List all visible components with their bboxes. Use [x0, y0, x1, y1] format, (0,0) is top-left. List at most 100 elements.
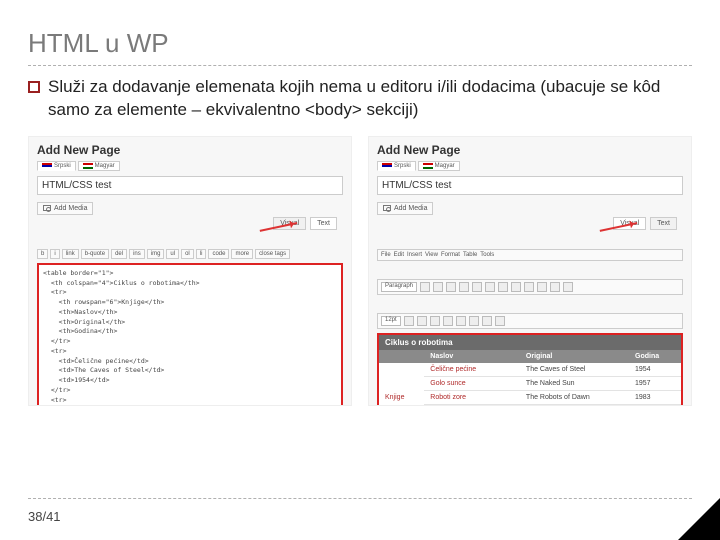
- tab-text-right[interactable]: Text: [650, 217, 677, 230]
- toolbar-btn[interactable]: li: [196, 249, 207, 259]
- unlink-icon[interactable]: [550, 282, 560, 292]
- cell-year: 1985: [629, 404, 681, 406]
- cell-original: Robots and Empire: [520, 404, 629, 406]
- cell-year: 1954: [629, 363, 681, 377]
- th-naslov: Naslov: [424, 350, 520, 363]
- wp-heading-right: Add New Page: [369, 137, 691, 159]
- toolbar-btn[interactable]: del: [111, 249, 127, 259]
- quote-icon[interactable]: [485, 282, 495, 292]
- toolbar-btn[interactable]: b: [37, 249, 48, 259]
- underline-icon[interactable]: [446, 282, 456, 292]
- lang-tab-srpski-r[interactable]: Srpski: [377, 161, 416, 171]
- text-toolbar: b i link b-quote del ins img ul ol li co…: [37, 249, 343, 259]
- post-title-input-left[interactable]: HTML/CSS test: [37, 176, 343, 195]
- mce-menu-view[interactable]: View: [425, 252, 438, 258]
- clear-format-icon[interactable]: [417, 316, 427, 326]
- toolbar-btn[interactable]: i: [50, 249, 59, 259]
- undo-icon[interactable]: [469, 316, 479, 326]
- rendered-table-area: Ciklus o robotima Naslov Original Godina…: [377, 333, 683, 406]
- data-table: Naslov Original Godina Knjige Čelične pe…: [379, 350, 681, 406]
- divider-bottom: [28, 498, 692, 499]
- mce-para-select[interactable]: Paragraph: [381, 282, 417, 292]
- tinymce-toolbar2: 12pt: [377, 313, 683, 329]
- toolbar-btn[interactable]: close tags: [255, 249, 290, 259]
- th-original: Original: [520, 350, 629, 363]
- lang-tab-srpski[interactable]: Srpski: [37, 161, 76, 171]
- mce-menu-table[interactable]: Table: [463, 252, 477, 258]
- list-ol-icon[interactable]: [472, 282, 482, 292]
- list-ul-icon[interactable]: [459, 282, 469, 292]
- help-icon[interactable]: [495, 316, 505, 326]
- th-godina: Godina: [629, 350, 681, 363]
- special-char-icon[interactable]: [430, 316, 440, 326]
- divider-top: [28, 65, 692, 66]
- cell-title: Roboti zore: [424, 390, 520, 404]
- page-number: 38/41: [28, 509, 692, 524]
- lang-label-srpski-r: Srpski: [394, 163, 411, 169]
- mce-menu-format[interactable]: Format: [441, 252, 460, 258]
- editor-mode-tabs-left: Visual Text: [273, 217, 337, 230]
- cell-original: The Robots of Dawn: [520, 390, 629, 404]
- flag-rs-icon: [42, 163, 52, 169]
- toolbar-btn[interactable]: ins: [129, 249, 145, 259]
- flag-hu-icon: [83, 163, 93, 169]
- add-media-button-right[interactable]: Add Media: [377, 202, 433, 215]
- flag-rs-icon: [382, 163, 392, 169]
- toolbar-btn[interactable]: code: [208, 249, 229, 259]
- camera-icon: [383, 205, 391, 211]
- mce-menu-insert[interactable]: Insert: [407, 252, 422, 258]
- add-media-button-left[interactable]: Add Media: [37, 202, 93, 215]
- redo-icon[interactable]: [482, 316, 492, 326]
- toolbar-btn[interactable]: ol: [181, 249, 194, 259]
- tinymce-menubar: File Edit Insert View Format Table Tools: [377, 249, 683, 261]
- toolbar-btn[interactable]: link: [62, 249, 79, 259]
- flag-hu-icon: [423, 163, 433, 169]
- table-row: Roboti i Carstvo Robots and Empire 1985: [379, 404, 681, 406]
- cell-original: The Naked Sun: [520, 376, 629, 390]
- lang-tab-magyar[interactable]: Magyar: [78, 161, 120, 171]
- outdent-icon[interactable]: [443, 316, 453, 326]
- add-media-label-r: Add Media: [394, 205, 427, 212]
- table-row: Roboti zore The Robots of Dawn 1983: [379, 390, 681, 404]
- mce-menu-file[interactable]: File: [381, 252, 391, 258]
- lang-tabs-left: Srpski Magyar: [29, 159, 351, 173]
- camera-icon: [43, 205, 51, 211]
- toolbar-btn[interactable]: b-quote: [81, 249, 109, 259]
- mce-size-select[interactable]: 12pt: [381, 316, 401, 326]
- mce-menu-tools[interactable]: Tools: [480, 252, 494, 258]
- link-icon[interactable]: [537, 282, 547, 292]
- footer: 38/41: [28, 494, 692, 524]
- left-screenshot: Add New Page Srpski Magyar HTML/CSS test…: [28, 136, 352, 406]
- html-code-area[interactable]: <table border="1"> <th colspan="4">Ciklu…: [37, 263, 343, 406]
- editor-mode-tabs-right: Visual Text: [613, 217, 677, 230]
- row-label: Knjige: [379, 363, 424, 406]
- indent-icon[interactable]: [456, 316, 466, 326]
- italic-icon[interactable]: [433, 282, 443, 292]
- table-row: Golo sunce The Naked Sun 1957: [379, 376, 681, 390]
- lang-label-srpski: Srpski: [54, 163, 71, 169]
- lang-tab-magyar-r[interactable]: Magyar: [418, 161, 460, 171]
- post-title-input-right[interactable]: HTML/CSS test: [377, 176, 683, 195]
- bold-icon[interactable]: [420, 282, 430, 292]
- more-icon[interactable]: [563, 282, 573, 292]
- lang-tabs-right: Srpski Magyar: [369, 159, 691, 173]
- lang-label-magyar-r: Magyar: [435, 163, 455, 169]
- align-right-icon[interactable]: [524, 282, 534, 292]
- th-rowlabel: [379, 350, 424, 363]
- toolbar-btn[interactable]: img: [147, 249, 165, 259]
- corner-triangle-icon: [678, 498, 720, 540]
- wp-heading-left: Add New Page: [29, 137, 351, 159]
- align-left-icon[interactable]: [498, 282, 508, 292]
- mce-menu-edit[interactable]: Edit: [394, 252, 404, 258]
- tab-text-left[interactable]: Text: [310, 217, 337, 230]
- bullet-item: Služi za dodavanje elemenata kojih nema …: [28, 76, 692, 122]
- toolbar-btn[interactable]: more: [231, 249, 253, 259]
- cell-title: Golo sunce: [424, 376, 520, 390]
- align-center-icon[interactable]: [511, 282, 521, 292]
- toolbar-btn[interactable]: ul: [166, 249, 179, 259]
- add-media-label: Add Media: [54, 205, 87, 212]
- table-header-row: Naslov Original Godina: [379, 350, 681, 363]
- text-color-icon[interactable]: [404, 316, 414, 326]
- slide-title: HTML u WP: [28, 28, 692, 59]
- cell-year: 1957: [629, 376, 681, 390]
